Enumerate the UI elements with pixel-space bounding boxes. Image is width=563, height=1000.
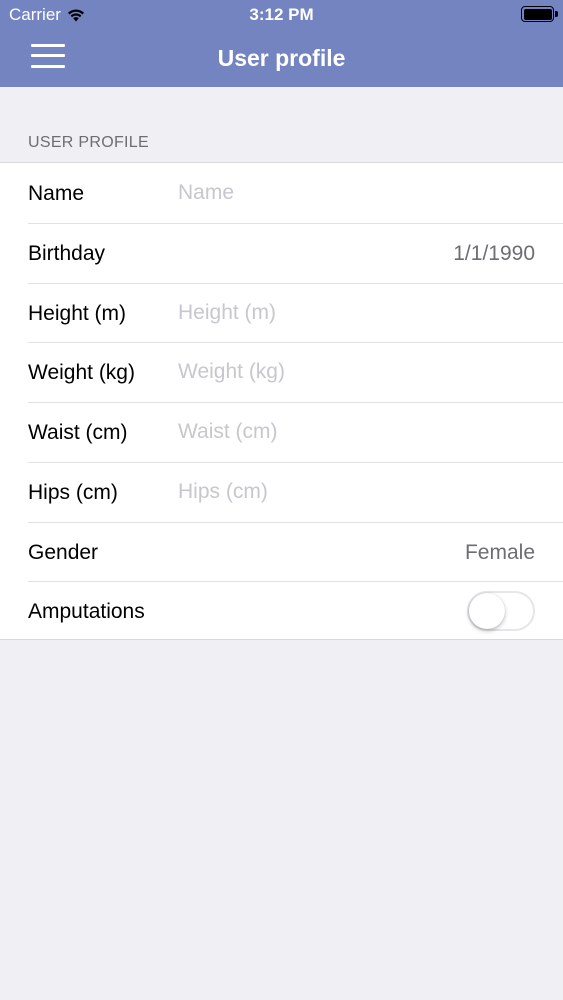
name-input[interactable] [178,177,538,209]
hips-label: Hips (cm) [28,480,118,504]
height-label: Height (m) [28,301,127,325]
navigation-bar: User profile [0,30,563,87]
weight-input[interactable] [178,356,538,389]
amputations-label: Amputations [28,600,145,624]
hips-row: Hips (cm) [0,461,563,522]
hips-input[interactable] [178,475,538,508]
status-bar: Carrier 3:12 PM [0,0,563,30]
user-profile-form: Name Birthday 1/1/1990 Height (m) Weight… [0,162,563,640]
birthday-value[interactable]: 1/1/1990 [453,242,535,266]
weight-label: Weight (kg) [28,361,135,385]
height-row: Height (m) [0,282,563,343]
waist-input[interactable] [178,416,538,448]
name-row: Name [0,163,563,223]
battery-icon [521,6,558,22]
weight-row: Weight (kg) [0,342,563,402]
toggle-knob [469,593,505,630]
amputations-row: Amputations [0,581,563,641]
gender-value[interactable]: Female [465,541,535,565]
birthday-row[interactable]: Birthday 1/1/1990 [0,222,563,283]
name-label: Name [28,182,85,205]
height-input[interactable] [178,296,538,329]
battery-fill [523,8,552,20]
waist-row: Waist (cm) [0,402,563,462]
waist-label: Waist (cm) [28,421,128,444]
status-time: 3:12 PM [249,5,314,24]
birthday-label: Birthday [28,241,106,265]
gender-label: Gender [28,540,99,564]
section-header: USER PROFILE [28,134,149,151]
gender-row[interactable]: Gender Female [0,521,563,582]
app-header: Carrier 3:12 PM User profile [0,0,563,87]
amputations-toggle[interactable] [467,591,535,632]
page-title: User profile [217,45,346,71]
